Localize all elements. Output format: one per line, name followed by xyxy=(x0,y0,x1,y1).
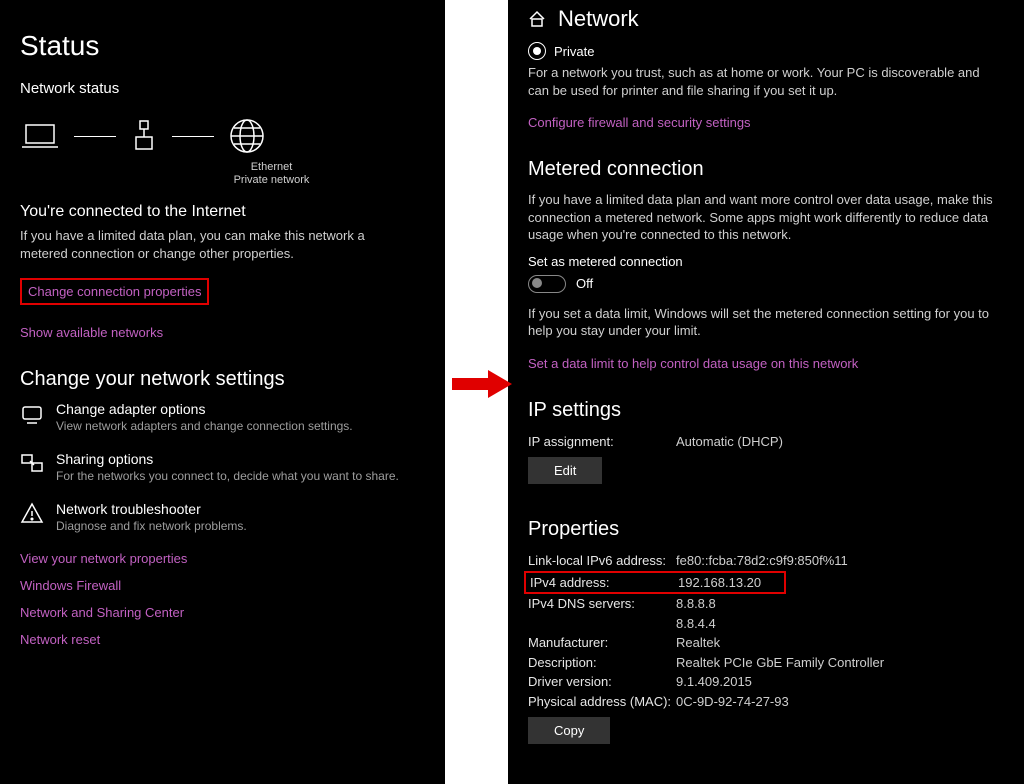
sharing-icon xyxy=(20,451,44,475)
change-adapter-options-item[interactable]: Change adapter options View network adap… xyxy=(20,401,425,433)
manufacturer-key: Manufacturer: xyxy=(528,633,676,653)
properties-heading: Properties xyxy=(528,518,1004,541)
ipv4-key: IPv4 address: xyxy=(530,573,678,593)
dns-row: IPv4 DNS servers: 8.8.8.8 8.8.4.4 xyxy=(528,594,1004,633)
ip-settings-heading: IP settings xyxy=(528,399,1004,422)
network-detail-panel: Network Private For a network you trust,… xyxy=(508,0,1024,784)
laptop-icon xyxy=(20,121,60,151)
ipv4-row-highlight: IPv4 address: 192.168.13.20 xyxy=(524,571,786,595)
windows-firewall-link[interactable]: Windows Firewall xyxy=(20,578,425,593)
manufacturer-row: Manufacturer: Realtek xyxy=(528,633,1004,653)
view-network-properties-link[interactable]: View your network properties xyxy=(20,551,425,566)
network-header: Network xyxy=(558,6,639,32)
header-bar: Network xyxy=(528,0,1004,42)
dns-val-1: 8.8.8.8 xyxy=(676,594,716,614)
network-diagram xyxy=(20,117,425,155)
ethernet-label: Ethernet xyxy=(118,161,425,174)
radio-selected-icon xyxy=(528,42,546,60)
ip-assignment-val: Automatic (DHCP) xyxy=(676,432,783,452)
network-status-heading: Network status xyxy=(20,80,425,97)
setting-desc: For the networks you connect to, decide … xyxy=(56,469,399,483)
ip-assignment-key: IP assignment: xyxy=(528,432,676,452)
dns-key: IPv4 DNS servers: xyxy=(528,594,676,633)
ipv6-key: Link-local IPv6 address: xyxy=(528,551,676,571)
show-available-networks-link[interactable]: Show available networks xyxy=(20,325,163,340)
toggle-knob xyxy=(532,278,542,288)
set-data-limit-link[interactable]: Set a data limit to help control data us… xyxy=(528,356,858,371)
setting-title: Sharing options xyxy=(56,451,399,467)
connector-line xyxy=(74,136,116,137)
connector-line xyxy=(172,136,214,137)
connected-heading: You're connected to the Internet xyxy=(20,203,425,221)
sharing-options-item[interactable]: Sharing options For the networks you con… xyxy=(20,451,425,483)
description-key: Description: xyxy=(528,653,676,673)
manufacturer-val: Realtek xyxy=(676,633,720,653)
warning-icon xyxy=(20,501,44,525)
ipv4-val: 192.168.13.20 xyxy=(678,573,761,593)
toggle-track xyxy=(528,275,566,293)
network-reset-link[interactable]: Network reset xyxy=(20,632,425,647)
firewall-settings-link[interactable]: Configure firewall and security settings xyxy=(528,115,751,130)
driver-key: Driver version: xyxy=(528,672,676,692)
bottom-links: View your network properties Windows Fir… xyxy=(20,551,425,647)
metered-heading: Metered connection xyxy=(528,158,1004,181)
mac-val: 0C-9D-92-74-27-93 xyxy=(676,692,789,712)
mac-key: Physical address (MAC): xyxy=(528,692,676,712)
change-connection-properties-link[interactable]: Change connection properties xyxy=(28,284,201,299)
setting-desc: View network adapters and change connect… xyxy=(56,419,353,433)
description-row: Description: Realtek PCIe GbE Family Con… xyxy=(528,653,1004,673)
dns-val-2: 8.8.4.4 xyxy=(676,614,716,634)
network-troubleshooter-item[interactable]: Network troubleshooter Diagnose and fix … xyxy=(20,501,425,533)
page-title: Status xyxy=(20,30,425,62)
metered-toggle-label: Set as metered connection xyxy=(528,254,1004,269)
private-network-label: Private network xyxy=(118,174,425,187)
dns-val: 8.8.8.8 8.8.4.4 xyxy=(676,594,716,633)
network-sharing-center-link[interactable]: Network and Sharing Center xyxy=(20,605,425,620)
properties-table: Link-local IPv6 address: fe80::fcba:78d2… xyxy=(528,551,1004,711)
connected-desc: If you have a limited data plan, you can… xyxy=(20,227,380,262)
change-network-settings-heading: Change your network settings xyxy=(20,368,425,391)
metered-desc: If you have a limited data plan and want… xyxy=(528,191,1004,244)
setting-title: Change adapter options xyxy=(56,401,353,417)
arrow-icon xyxy=(452,368,514,400)
ipv6-val: fe80::fcba:78d2:c9f9:850f%11 xyxy=(676,551,848,571)
copy-button[interactable]: Copy xyxy=(528,717,610,744)
ip-assignment-row: IP assignment: Automatic (DHCP) xyxy=(528,432,1004,452)
change-properties-highlight: Change connection properties xyxy=(20,278,209,305)
driver-val: 9.1.409.2015 xyxy=(676,672,752,692)
status-panel: Status Network status Ethernet Private n… xyxy=(0,0,445,784)
metered-limit-desc: If you set a data limit, Windows will se… xyxy=(528,305,1004,340)
driver-row: Driver version: 9.1.409.2015 xyxy=(528,672,1004,692)
setting-desc: Diagnose and fix network problems. xyxy=(56,519,247,533)
description-val: Realtek PCIe GbE Family Controller xyxy=(676,653,884,673)
setting-title: Network troubleshooter xyxy=(56,501,247,517)
ipv6-row: Link-local IPv6 address: fe80::fcba:78d2… xyxy=(528,551,1004,571)
private-label: Private xyxy=(554,44,594,59)
diagram-labels: Ethernet Private network xyxy=(118,161,425,187)
edit-button[interactable]: Edit xyxy=(528,457,602,484)
globe-icon xyxy=(228,117,266,155)
private-option[interactable]: Private xyxy=(528,42,1004,60)
home-icon[interactable] xyxy=(528,10,546,28)
metered-toggle[interactable]: Off xyxy=(528,275,1004,293)
ethernet-icon xyxy=(130,119,158,153)
private-desc: For a network you trust, such as at home… xyxy=(528,64,1004,99)
toggle-state: Off xyxy=(576,276,593,291)
adapter-icon xyxy=(20,401,44,425)
mac-row: Physical address (MAC): 0C-9D-92-74-27-9… xyxy=(528,692,1004,712)
